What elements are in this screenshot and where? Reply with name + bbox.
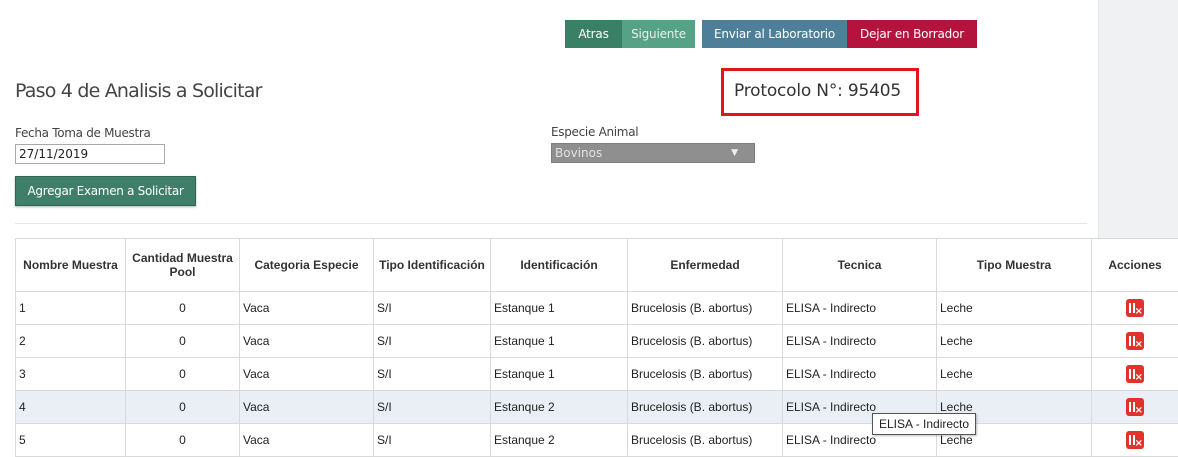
siguiente-button[interactable]: Siguiente bbox=[622, 20, 695, 48]
cell-categoria-especie: Vaca bbox=[240, 358, 374, 391]
cell-nombre-muestra: 4 bbox=[16, 391, 126, 424]
col-identificacion[interactable]: Identificación bbox=[491, 239, 628, 292]
cell-identificacion: Estanque 1 bbox=[491, 292, 628, 325]
dejar-borrador-button[interactable]: Dejar en Borrador bbox=[847, 20, 977, 48]
cell-tecnica: ELISA - Indirecto bbox=[783, 292, 937, 325]
cell-categoria-especie: Vaca bbox=[240, 292, 374, 325]
col-tecnica[interactable]: Tecnica bbox=[783, 239, 937, 292]
cell-tipo-identificacion: S/I bbox=[374, 292, 491, 325]
cell-categoria-especie: Vaca bbox=[240, 391, 374, 424]
triangle-down-icon: ▼ bbox=[731, 144, 738, 162]
table-header-row: Nombre Muestra Cantidad Muestra Pool Cat… bbox=[16, 239, 1178, 292]
cell-tecnica: ELISA - Indirecto bbox=[783, 358, 937, 391]
delete-icon[interactable]: × bbox=[1126, 332, 1144, 350]
cell-tipo-muestra: Leche bbox=[937, 292, 1092, 325]
cell-tipo-muestra: Leche bbox=[937, 325, 1092, 358]
protocol-number: Protocolo N°: 95405 bbox=[734, 81, 901, 101]
cell-enfermedad: Brucelosis (B. abortus) bbox=[628, 292, 783, 325]
especie-label: Especie Animal bbox=[551, 125, 638, 139]
col-enfermedad[interactable]: Enfermedad bbox=[628, 239, 783, 292]
cell-categoria-especie: Vaca bbox=[240, 325, 374, 358]
cell-cantidad-pool: 0 bbox=[126, 292, 240, 325]
especie-select[interactable]: Bovinos ▼ bbox=[551, 143, 755, 163]
table-row[interactable]: 30VacaS/IEstanque 1Brucelosis (B. abortu… bbox=[16, 358, 1178, 391]
cell-cantidad-pool: 0 bbox=[126, 325, 240, 358]
fecha-input[interactable] bbox=[15, 144, 165, 164]
cell-identificacion: Estanque 1 bbox=[491, 358, 628, 391]
cell-enfermedad: Brucelosis (B. abortus) bbox=[628, 358, 783, 391]
cell-identificacion: Estanque 2 bbox=[491, 391, 628, 424]
atras-button[interactable]: Atras bbox=[565, 20, 622, 48]
tecnica-tooltip: ELISA - Indirecto bbox=[872, 413, 976, 435]
table-row[interactable]: 10VacaS/IEstanque 1Brucelosis (B. abortu… bbox=[16, 292, 1178, 325]
table-row[interactable]: 40VacaS/IEstanque 2Brucelosis (B. abortu… bbox=[16, 391, 1178, 424]
cell-acciones: × bbox=[1092, 391, 1178, 424]
cell-nombre-muestra: 2 bbox=[16, 325, 126, 358]
cell-tecnica: ELISA - Indirecto bbox=[783, 325, 937, 358]
cell-enfermedad: Brucelosis (B. abortus) bbox=[628, 391, 783, 424]
delete-icon[interactable]: × bbox=[1126, 299, 1144, 317]
col-tipo-muestra[interactable]: Tipo Muestra bbox=[937, 239, 1092, 292]
right-panel bbox=[1098, 0, 1178, 238]
delete-icon[interactable]: × bbox=[1126, 365, 1144, 383]
cell-acciones: × bbox=[1092, 325, 1178, 358]
cell-cantidad-pool: 0 bbox=[126, 391, 240, 424]
col-cantidad-muestra-pool[interactable]: Cantidad Muestra Pool bbox=[126, 239, 240, 292]
cell-nombre-muestra: 3 bbox=[16, 358, 126, 391]
delete-icon[interactable]: × bbox=[1126, 398, 1144, 416]
cell-tipo-identificacion: S/I bbox=[374, 325, 491, 358]
cell-nombre-muestra: 1 bbox=[16, 292, 126, 325]
cell-tipo-identificacion: S/I bbox=[374, 358, 491, 391]
enviar-laboratorio-button[interactable]: Enviar al Laboratorio bbox=[702, 20, 847, 48]
col-nombre-muestra[interactable]: Nombre Muestra bbox=[16, 239, 126, 292]
cell-acciones: × bbox=[1092, 292, 1178, 325]
cell-enfermedad: Brucelosis (B. abortus) bbox=[628, 325, 783, 358]
cell-acciones: × bbox=[1092, 358, 1178, 391]
delete-icon[interactable]: × bbox=[1126, 431, 1144, 449]
samples-table: Nombre Muestra Cantidad Muestra Pool Cat… bbox=[15, 238, 1178, 457]
divider bbox=[15, 223, 1087, 224]
col-tipo-identificacion[interactable]: Tipo Identificación bbox=[374, 239, 491, 292]
col-acciones: Acciones bbox=[1092, 239, 1178, 292]
cell-tipo-identificacion: S/I bbox=[374, 391, 491, 424]
col-categoria-especie[interactable]: Categoria Especie bbox=[240, 239, 374, 292]
cell-tipo-muestra: Leche bbox=[937, 358, 1092, 391]
page-title: Paso 4 de Analisis a Solicitar bbox=[15, 80, 262, 102]
especie-selected-value: Bovinos bbox=[555, 146, 602, 160]
agregar-examen-button[interactable]: Agregar Examen a Solicitar bbox=[15, 176, 196, 206]
cell-identificacion: Estanque 1 bbox=[491, 325, 628, 358]
fecha-label: Fecha Toma de Muestra bbox=[15, 126, 151, 140]
table-row[interactable]: 20VacaS/IEstanque 1Brucelosis (B. abortu… bbox=[16, 325, 1178, 358]
cell-cantidad-pool: 0 bbox=[126, 358, 240, 391]
